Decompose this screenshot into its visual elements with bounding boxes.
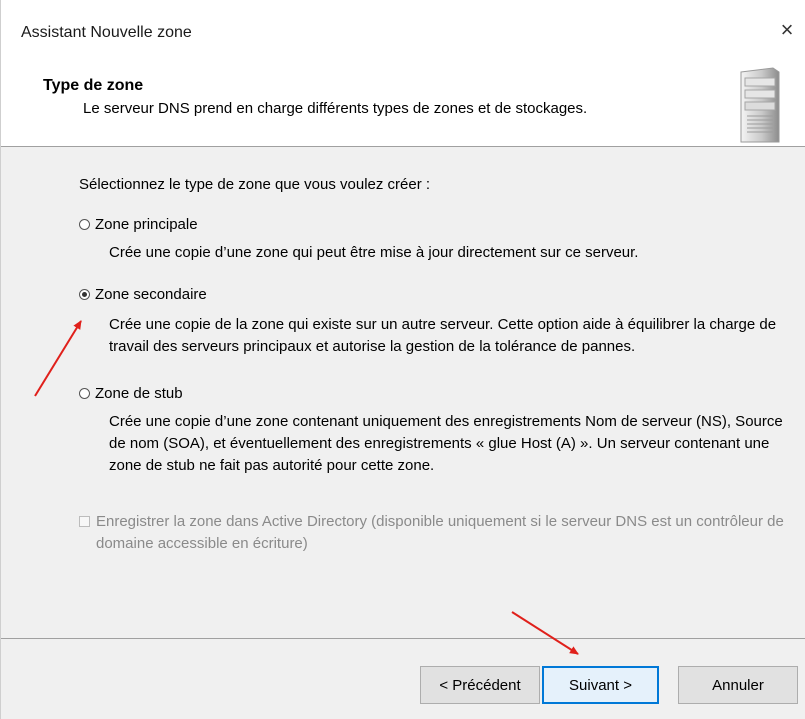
radio-label: Zone secondaire	[95, 286, 207, 303]
close-icon[interactable]: ×	[771, 14, 803, 46]
zone-principale-description: Crée une copie d’une zone qui peut être …	[109, 244, 639, 261]
radio-label: Zone principale	[95, 216, 198, 233]
window-title: Assistant Nouvelle zone	[21, 24, 192, 41]
server-icon	[740, 67, 780, 143]
radio-button-selected[interactable]	[79, 289, 90, 300]
zone-stub-description: Crée une copie d’une zone contenant uniq…	[109, 413, 783, 474]
cancel-button[interactable]: Annuler	[678, 666, 798, 704]
radio-zone-principale[interactable]: Zone principale	[79, 216, 198, 233]
radio-zone-secondaire[interactable]: Zone secondaire	[79, 286, 207, 303]
radio-button[interactable]	[79, 388, 90, 399]
back-button[interactable]: < Précédent	[420, 666, 540, 704]
radio-label: Zone de stub	[95, 385, 183, 402]
checkbox-label: Enregistrer la zone dans Active Director…	[96, 513, 784, 552]
radio-zone-stub[interactable]: Zone de stub	[79, 385, 183, 402]
page-subtitle: Le serveur DNS prend en charge différent…	[83, 100, 588, 117]
ad-integration-checkbox: Enregistrer la zone dans Active Director…	[79, 511, 799, 555]
wizard-content: Sélectionnez le type de zone que vous vo…	[1, 147, 805, 635]
next-button[interactable]: Suivant >	[542, 666, 659, 704]
radio-button[interactable]	[79, 219, 90, 230]
page-title: Type de zone	[43, 77, 144, 94]
wizard-header: Type de zone Le serveur DNS prend en cha…	[1, 62, 805, 147]
wizard-window: Assistant Nouvelle zone × Type de zone L…	[0, 0, 805, 719]
zone-type-prompt: Sélectionnez le type de zone que vous vo…	[79, 176, 431, 193]
title-bar: Assistant Nouvelle zone ×	[1, 0, 805, 62]
zone-secondaire-description: Crée une copie de la zone qui existe sur…	[109, 316, 777, 355]
checkbox-disabled	[79, 516, 90, 527]
footer-divider	[1, 638, 805, 639]
